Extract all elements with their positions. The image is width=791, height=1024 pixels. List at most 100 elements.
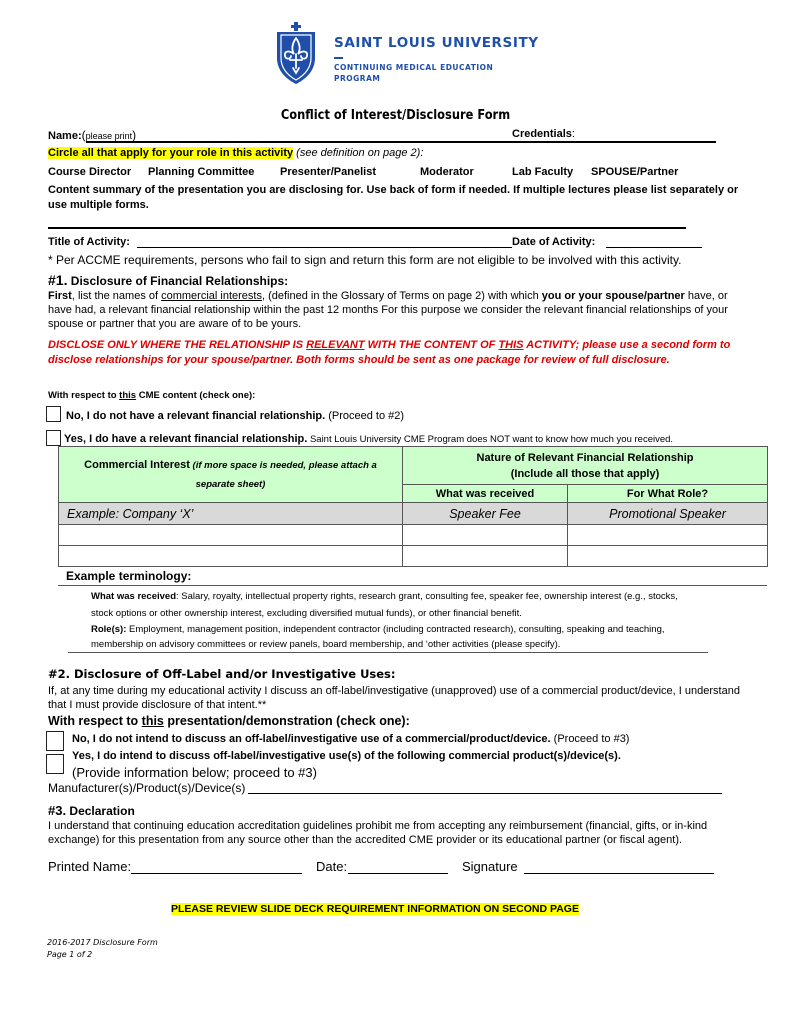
table-header-row: Commercial Interest (if more space is ne… <box>58 446 768 503</box>
date-of-activity-input-line[interactable] <box>606 247 702 248</box>
para-text: , (defined in the Glossary of Terms on p… <box>261 290 542 302</box>
prompt-text: CME content (check one): <box>136 390 256 401</box>
printed-name-label: Printed Name: <box>48 859 132 874</box>
role-presenter-panelist[interactable]: Presenter/Panelist <box>280 166 376 178</box>
role-lab-faculty[interactable]: Lab Faculty <box>512 166 573 178</box>
name-hint-close: ) <box>132 128 137 142</box>
what-received-header: What was received <box>402 484 568 503</box>
col1-header-note: (if more space is needed, please attach … <box>189 459 377 490</box>
section1-heading: #1. Disclosure of Financial Relationship… <box>48 272 288 288</box>
title-of-activity-input-line[interactable] <box>137 247 512 248</box>
roles-label: Role(s): <box>91 624 127 635</box>
commercial-interests-link[interactable]: commercial interests <box>161 290 262 302</box>
option-no-note: (Proceed to #2) <box>325 410 405 422</box>
page-footer: 2016-2017 Disclosure Form Page 1 of 2 <box>47 937 158 961</box>
name-hint: please print <box>85 131 133 141</box>
financial-relationships-table: Commercial Interest (if more space is ne… <box>58 446 768 567</box>
terminology-divider-bottom <box>68 652 708 653</box>
for-what-role-input[interactable] <box>567 524 768 546</box>
footer-form-year: 2016-2017 Disclosure Form <box>47 938 158 947</box>
option-no-offlabel: No, I do not intend to discuss an off-la… <box>72 733 629 745</box>
prompt-underlined: this <box>141 714 164 728</box>
terminology-received: What was received: Salary, royalty, inte… <box>91 588 691 622</box>
warning-underlined: THIS <box>498 339 524 351</box>
terminology-roles: Role(s): Employment, management position… <box>91 622 691 652</box>
para-bold: you or your spouse/partner <box>541 290 685 302</box>
para-first: First <box>48 290 72 302</box>
what-received-input[interactable] <box>402 524 568 546</box>
section1-title: Disclosure of Financial Relationships: <box>67 274 289 288</box>
role-moderator[interactable]: Moderator <box>420 166 474 178</box>
name-credentials-input-line[interactable] <box>86 141 716 143</box>
content-summary-input-line[interactable] <box>48 227 686 229</box>
example-role-cell: Promotional Speaker <box>567 502 768 525</box>
option-no-label: No, I do not intend to discuss an off-la… <box>72 733 551 745</box>
group-header-line2: (Include all those that apply) <box>510 467 660 480</box>
accme-note: * Per ACCME requirements, persons who fa… <box>48 253 682 267</box>
option-no-note: (Proceed to #3) <box>550 733 630 745</box>
prompt-underlined: this <box>119 390 137 401</box>
yes-financial-relationship-checkbox[interactable] <box>46 430 61 446</box>
university-logo: SAINT LOUIS UNIVERSITY CONTINUING MEDICA… <box>274 20 538 86</box>
warning-text: DISCLOSE ONLY WHERE THE RELATIONSHIP IS <box>48 339 307 351</box>
university-name: SAINT LOUIS UNIVERSITY <box>334 35 539 51</box>
warning-text: WITH THE CONTENT OF <box>364 339 499 351</box>
date-label: Date: <box>316 859 348 874</box>
role-planning-committee[interactable]: Planning Committee <box>148 166 254 178</box>
commercial-interest-header: Commercial Interest (if more space is ne… <box>58 446 403 503</box>
option-no-label: No, I do not have a relevant financial r… <box>66 410 326 422</box>
section3-heading: #3. Declaration <box>48 803 135 818</box>
name-field-row: Name:(please print) <box>48 128 136 142</box>
option-yes-offlabel-note: (Provide information below; proceed to #… <box>72 765 317 780</box>
relevance-warning: DISCLOSE ONLY WHERE THE RELATIONSHIP IS … <box>48 338 748 368</box>
signature-input-line[interactable] <box>524 873 714 874</box>
name-label: Name: <box>48 130 82 142</box>
roles-text: Employment, management position, indepen… <box>91 624 665 650</box>
group-header-line1: Nature of Relevant Financial Relationshi… <box>476 451 694 464</box>
for-what-role-input[interactable] <box>567 545 768 567</box>
option-yes-offlabel-label: Yes, I do intend to discuss off-label/in… <box>72 750 621 762</box>
manufacturer-input-line[interactable] <box>248 793 722 794</box>
option-yes-label: Yes, I do have a relevant financial rela… <box>64 433 308 445</box>
terminology-divider-top <box>58 585 767 586</box>
section1-paragraph: First, list the names of commercial inte… <box>48 289 748 331</box>
content-summary-instruction: Content summary of the presentation you … <box>48 184 739 211</box>
section3-number: #3. <box>48 803 67 818</box>
table-row-example: Example: Company ‘X’ Speaker Fee Promoti… <box>58 502 768 525</box>
para-text: , list the names of <box>71 290 162 302</box>
section3-title: Declaration <box>66 804 135 818</box>
section2-colon: : <box>390 667 396 681</box>
program-name-line1: CONTINUING MEDICAL EDUCATION <box>334 63 494 72</box>
section1-check-prompt: With respect to this CME content (check … <box>48 390 255 401</box>
role-instruction: Circle all that apply for your role in t… <box>48 147 423 159</box>
manufacturer-label: Manufacturer(s)/Product(s)/Device(s) <box>48 781 246 795</box>
footer-page-number: Page 1 of 2 <box>47 950 93 959</box>
program-name-line2: PROGRAM <box>334 74 381 83</box>
table-row <box>58 545 768 567</box>
example-received-cell: Speaker Fee <box>402 502 568 525</box>
no-financial-relationship-checkbox[interactable] <box>46 406 61 422</box>
option-yes-financial: Yes, I do have a relevant financial rela… <box>64 433 673 445</box>
slide-deck-notice: PLEASE REVIEW SLIDE DECK REQUIREMENT INF… <box>171 903 579 915</box>
credentials-colon: : <box>571 128 575 140</box>
role-course-director[interactable]: Course Director <box>48 166 131 178</box>
role-spouse-partner[interactable]: SPOUSE/Partner <box>591 166 678 178</box>
role-instruction-highlight: Circle all that apply for your role in t… <box>48 147 294 159</box>
no-offlabel-checkbox[interactable] <box>46 731 64 751</box>
col1-header-label: Commercial Interest <box>84 458 190 471</box>
date-of-activity-label: Date of Activity: <box>512 236 596 248</box>
prompt-text: With respect to <box>48 390 120 401</box>
printed-name-input-line[interactable] <box>131 873 302 874</box>
section2-heading: #2. Disclosure of Off-Label and/or Inves… <box>48 667 396 681</box>
warning-underlined: RELEVANT <box>306 339 365 351</box>
terminology-heading: Example terminology: <box>66 569 192 583</box>
commercial-interest-input[interactable] <box>58 545 403 567</box>
what-received-input[interactable] <box>402 545 568 567</box>
prompt-text: With respect to <box>48 714 142 728</box>
date-input-line[interactable] <box>348 873 448 874</box>
table-row <box>58 524 768 546</box>
yes-offlabel-checkbox[interactable] <box>46 754 64 774</box>
nature-relationship-header: Nature of Relevant Financial Relationshi… <box>402 446 768 485</box>
commercial-interest-input[interactable] <box>58 524 403 546</box>
example-company-cell: Example: Company ‘X’ <box>58 502 403 525</box>
